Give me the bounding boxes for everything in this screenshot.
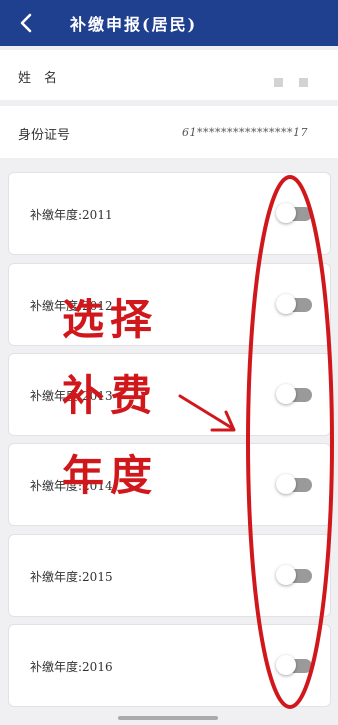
back-button[interactable] [12,9,40,37]
annotation-text-line1: 选择 [62,295,159,344]
toggle-knob [276,294,296,314]
id-label: 身份证号 [18,128,71,143]
year-card: 补缴年度:2014 [8,443,331,526]
id-row: 身份证号 61****************17 [0,106,338,158]
year-card: 补缴年度:2016 [8,624,331,707]
year-card: 补缴年度:2013 [8,353,331,436]
top-bar: 补缴申报(居民) [0,0,338,46]
id-value: 61****************17 [182,126,308,139]
year-label: 补缴年度:2016 [30,660,113,674]
annotation-text-line2: 补费 [62,371,159,420]
name-label: 姓 名 [18,71,58,86]
page-title: 补缴申报(居民) [70,15,198,34]
toggle-knob [276,474,296,494]
year-label: 补缴年度:2015 [30,570,113,584]
year-label: 补缴年度:2011 [30,208,113,222]
name-value-masked [258,72,308,91]
year-toggle[interactable] [276,565,312,585]
year-toggle[interactable] [276,655,312,675]
year-card: 补缴年度:2012 [8,263,331,346]
annotation-text-line3: 年度 [62,451,159,500]
toggle-knob [276,203,296,223]
name-row: 姓 名 [0,50,338,100]
year-toggle[interactable] [276,203,312,223]
home-indicator [118,716,218,720]
year-card: 补缴年度:2011 [8,172,331,255]
year-toggle[interactable] [276,294,312,314]
year-toggle[interactable] [276,384,312,404]
toggle-knob [276,384,296,404]
toggle-knob [276,565,296,585]
toggle-knob [276,655,296,675]
year-toggle[interactable] [276,474,312,494]
year-card: 补缴年度:2015 [8,534,331,617]
chevron-left-icon [20,13,32,33]
